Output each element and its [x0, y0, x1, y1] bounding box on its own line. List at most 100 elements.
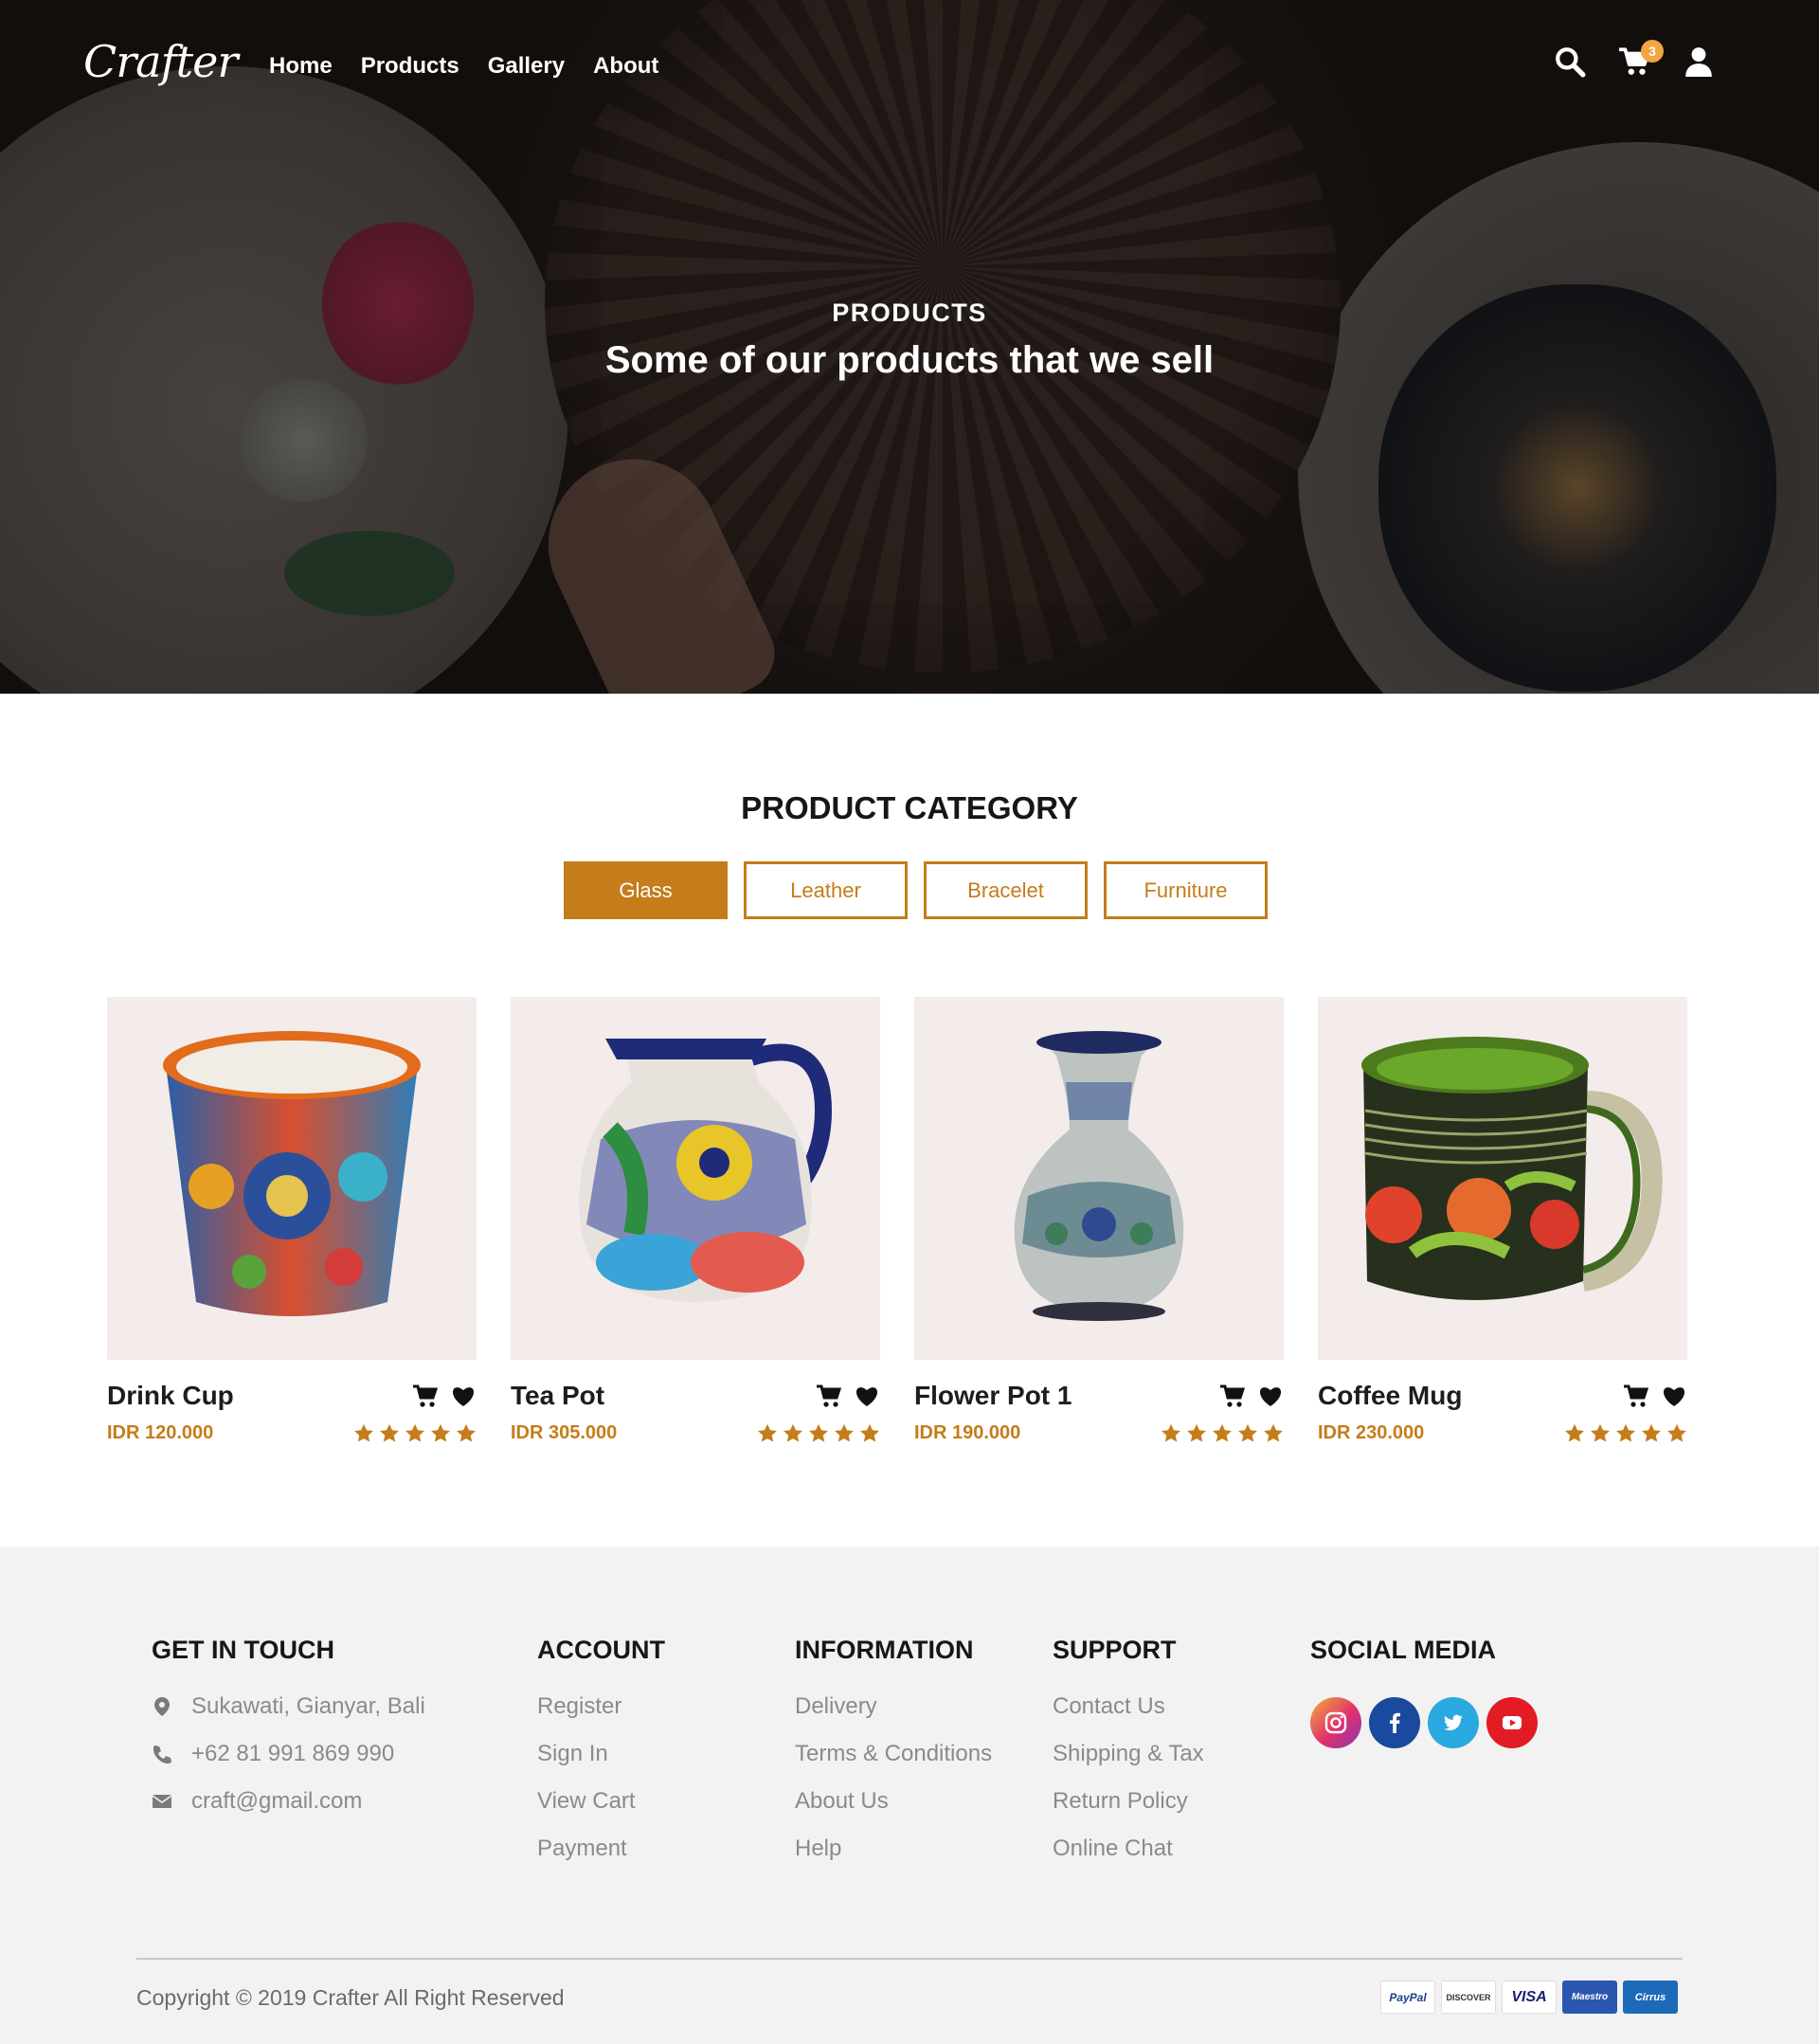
instagram-icon[interactable] — [1310, 1697, 1361, 1748]
category-title: PRODUCT CATEGORY — [741, 790, 1078, 825]
facebook-icon[interactable] — [1369, 1697, 1420, 1748]
tab-glass[interactable]: Glass — [564, 861, 728, 919]
payment-methods: PayPal DISCOVER VISA Maestro Cirrus — [1380, 1981, 1678, 2014]
cirrus-logo: Cirrus — [1623, 1981, 1678, 2014]
footer-link-online-chat[interactable]: Online Chat — [1053, 1836, 1204, 1862]
footer-link-payment[interactable]: Payment — [537, 1836, 665, 1862]
star-icon — [1264, 1423, 1283, 1442]
footer-link-terms[interactable]: Terms & Conditions — [795, 1741, 992, 1767]
footer: GET IN TOUCH Sukawati, Gianyar, Bali +62… — [0, 1547, 1819, 2044]
search-icon[interactable] — [1554, 45, 1586, 78]
add-to-cart-icon[interactable] — [1219, 1384, 1246, 1408]
footer-link-register[interactable]: Register — [537, 1693, 665, 1720]
visa-logo: VISA — [1502, 1981, 1557, 2014]
tab-bracelet[interactable]: Bracelet — [924, 861, 1088, 919]
product-card: Tea Pot IDR 305.000 — [511, 997, 880, 1444]
product-card: Drink Cup IDR 120.000 — [107, 997, 477, 1444]
star-icon — [1162, 1423, 1180, 1442]
star-icon — [380, 1423, 399, 1442]
footer-link-delivery[interactable]: Delivery — [795, 1693, 992, 1720]
footer-link-about-us[interactable]: About Us — [795, 1788, 992, 1815]
star-icon — [354, 1423, 373, 1442]
star-icon — [1238, 1423, 1257, 1442]
paypal-logo: PayPal — [1380, 1981, 1435, 2014]
star-icon — [1667, 1423, 1686, 1442]
star-icon — [457, 1423, 476, 1442]
footer-divider — [136, 1958, 1683, 1960]
product-name[interactable]: Drink Cup — [107, 1381, 234, 1411]
star-icon — [1565, 1423, 1584, 1442]
wishlist-heart-icon[interactable] — [1257, 1384, 1284, 1408]
rating-stars — [757, 1423, 880, 1443]
contact-phone: +62 81 991 869 990 — [152, 1741, 425, 1767]
contact-email: craft@gmail.com — [152, 1788, 425, 1815]
nav-link-home[interactable]: Home — [269, 53, 333, 80]
footer-link-return-policy[interactable]: Return Policy — [1053, 1788, 1204, 1815]
star-icon — [431, 1423, 450, 1442]
product-name[interactable]: Flower Pot 1 — [914, 1381, 1072, 1411]
star-icon — [1591, 1423, 1610, 1442]
logo[interactable]: Crafter — [83, 36, 238, 87]
add-to-cart-icon[interactable] — [412, 1384, 439, 1408]
product-price: IDR 230.000 — [1318, 1422, 1425, 1443]
footer-link-shipping-tax[interactable]: Shipping & Tax — [1053, 1741, 1204, 1767]
product-price: IDR 305.000 — [511, 1422, 618, 1443]
product-image-coffee-mug[interactable] — [1318, 997, 1687, 1360]
product-grid: Drink Cup IDR 120.000 Tea Pot IDR 305.00… — [107, 997, 1687, 1444]
envelope-icon — [152, 1795, 172, 1808]
star-icon — [835, 1423, 854, 1442]
star-icon — [783, 1423, 802, 1442]
tab-furniture[interactable]: Furniture — [1104, 861, 1268, 919]
footer-link-sign-in[interactable]: Sign In — [537, 1741, 665, 1767]
product-image-tea-pot[interactable] — [511, 997, 880, 1360]
product-name[interactable]: Tea Pot — [511, 1381, 604, 1411]
product-card: Coffee Mug IDR 230.000 — [1318, 997, 1687, 1444]
star-icon — [1616, 1423, 1635, 1442]
nav-icons: 3 — [1554, 40, 1715, 78]
product-image-flower-pot-1[interactable] — [914, 997, 1284, 1360]
tab-leather[interactable]: Leather — [744, 861, 908, 919]
footer-link-contact-us[interactable]: Contact Us — [1053, 1693, 1204, 1720]
wishlist-heart-icon[interactable] — [450, 1384, 477, 1408]
twitter-icon[interactable] — [1428, 1697, 1479, 1748]
wishlist-heart-icon[interactable] — [854, 1384, 880, 1408]
star-icon — [1187, 1423, 1206, 1442]
contact-address: Sukawati, Gianyar, Bali — [152, 1693, 425, 1720]
add-to-cart-icon[interactable] — [1623, 1384, 1649, 1408]
contact-phone-text[interactable]: +62 81 991 869 990 — [191, 1741, 394, 1767]
footer-link-help[interactable]: Help — [795, 1836, 992, 1862]
nav-links: Home Products Gallery About — [269, 53, 658, 80]
youtube-icon[interactable] — [1486, 1697, 1538, 1748]
phone-icon — [153, 1746, 171, 1764]
footer-heading: GET IN TOUCH — [152, 1636, 335, 1664]
discover-logo: DISCOVER — [1441, 1981, 1496, 2014]
star-icon — [1642, 1423, 1661, 1442]
rating-stars — [1564, 1423, 1687, 1443]
footer-contact: GET IN TOUCH Sukawati, Gianyar, Bali +62… — [152, 1636, 425, 1836]
maestro-logo: Maestro — [1562, 1981, 1617, 2014]
top-navbar: Crafter Home Products Gallery About 3 — [0, 0, 1819, 133]
footer-link-view-cart[interactable]: View Cart — [537, 1788, 665, 1815]
footer-heading: SUPPORT — [1053, 1636, 1177, 1664]
wishlist-heart-icon[interactable] — [1661, 1384, 1687, 1408]
star-icon — [758, 1423, 777, 1442]
hero-text: PRODUCTS Some of our products that we se… — [0, 298, 1819, 382]
rating-stars — [353, 1423, 477, 1443]
product-name[interactable]: Coffee Mug — [1318, 1381, 1462, 1411]
contact-email-text[interactable]: craft@gmail.com — [191, 1788, 362, 1815]
nav-link-about[interactable]: About — [593, 53, 658, 80]
add-to-cart-icon[interactable] — [816, 1384, 842, 1408]
star-icon — [1213, 1423, 1232, 1442]
footer-heading: ACCOUNT — [537, 1636, 665, 1664]
product-image-drink-cup[interactable] — [107, 997, 477, 1360]
map-pin-icon — [154, 1697, 170, 1716]
nav-link-gallery[interactable]: Gallery — [488, 53, 565, 80]
cart-count-badge: 3 — [1641, 40, 1664, 63]
cart-icon[interactable]: 3 — [1618, 40, 1664, 78]
product-card: Flower Pot 1 IDR 190.000 — [914, 997, 1284, 1444]
nav-link-products[interactable]: Products — [361, 53, 459, 80]
user-icon[interactable] — [1683, 45, 1715, 78]
footer-heading: INFORMATION — [795, 1636, 974, 1664]
product-price: IDR 120.000 — [107, 1422, 214, 1443]
hero-title: Some of our products that we sell — [604, 339, 1215, 381]
